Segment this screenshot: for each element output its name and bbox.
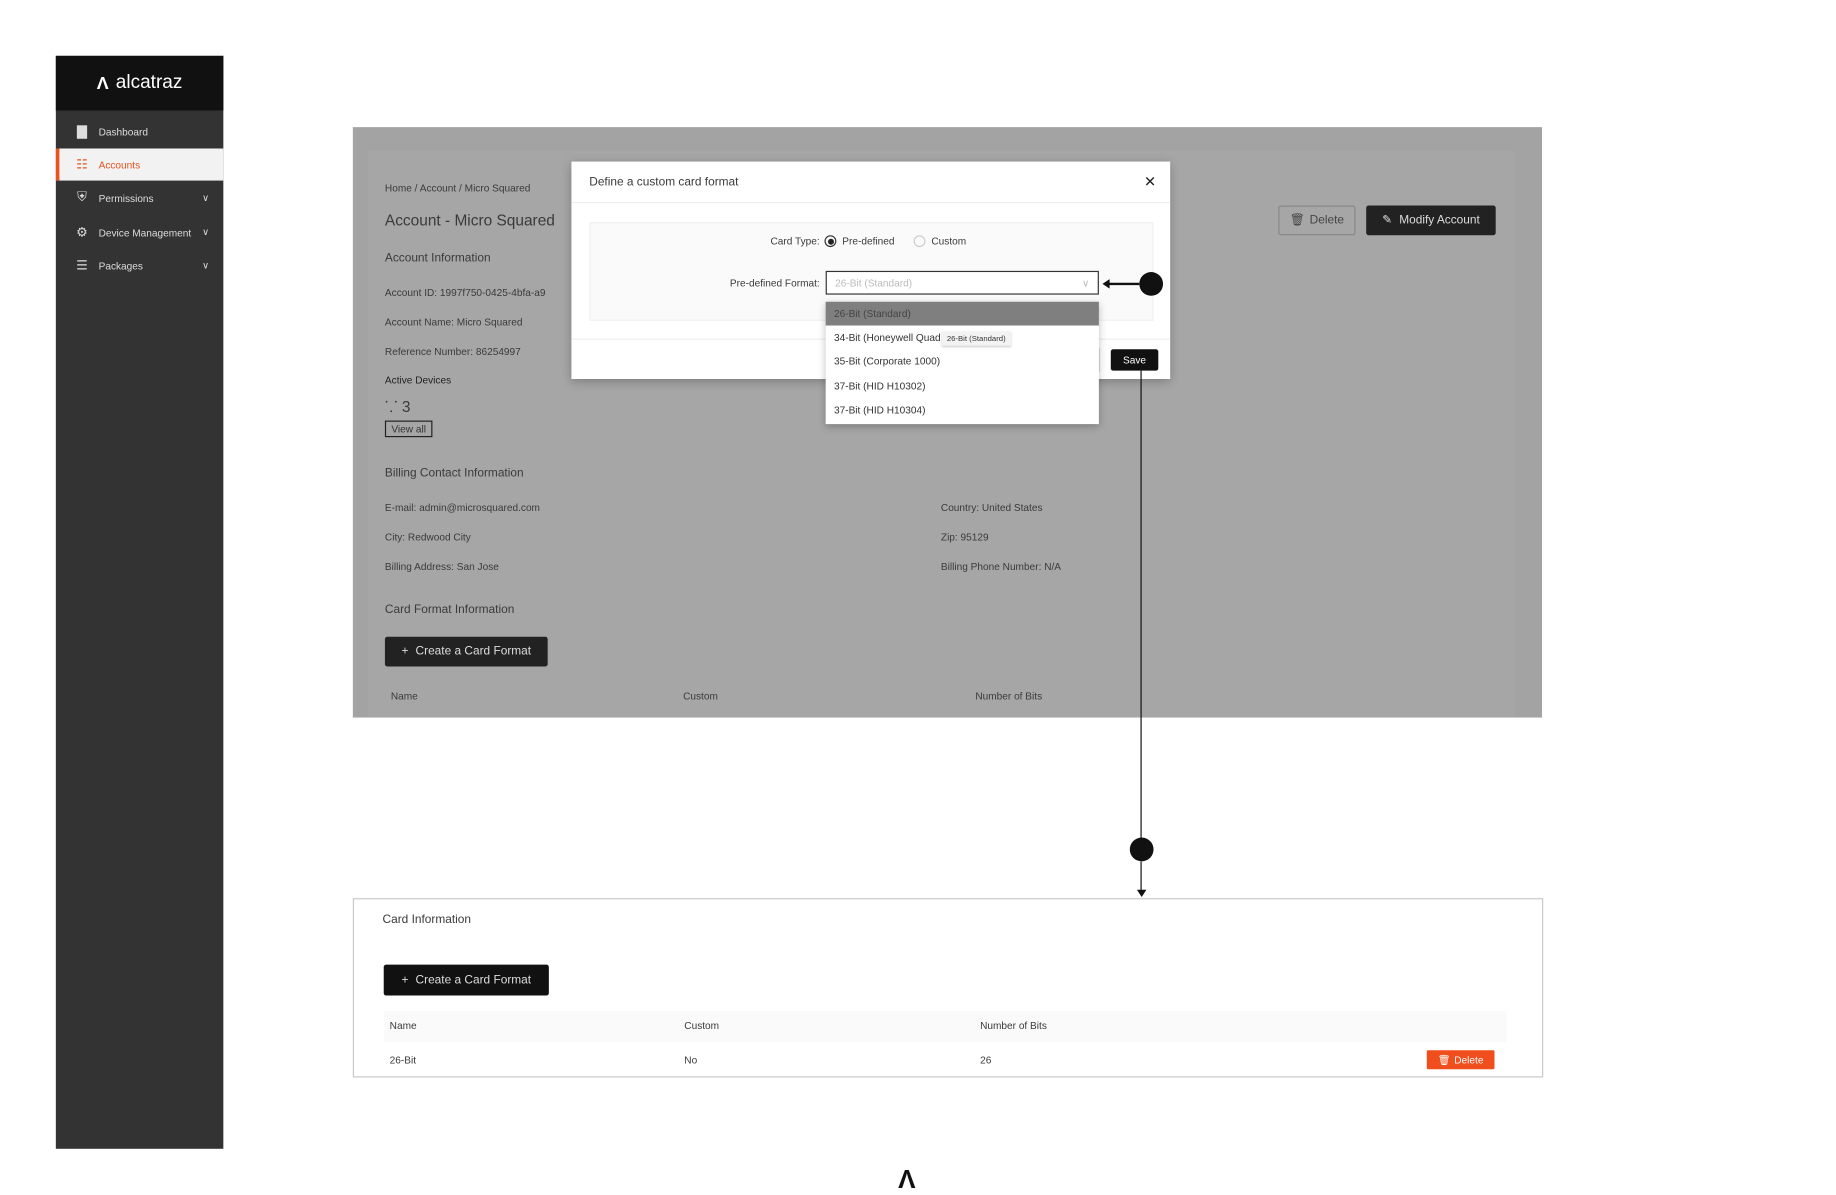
account-icon: ☷ <box>76 158 88 173</box>
breadcrumb: Home / Account / Micro Squared <box>384 181 531 194</box>
gear-icon: ⚙ <box>76 225 88 240</box>
billing-address: Billing Address: San Jose <box>384 560 499 573</box>
radio-predefined[interactable] <box>824 235 837 248</box>
active-devices-count: ⸪ 3 <box>384 397 411 416</box>
breadcrumb-current: Micro Squared <box>464 181 531 194</box>
divider <box>571 201 1171 204</box>
sidebar-item-accounts[interactable]: ☷ Accounts <box>55 148 224 181</box>
account-name: Account Name: Micro Squared <box>384 316 523 328</box>
cell-bits: 26 <box>980 1053 992 1066</box>
dropdown-option[interactable]: 37-Bit (HID H10302) <box>826 374 1099 398</box>
dropdown-option[interactable]: 37-Bit (HID H10304) <box>826 398 1099 422</box>
column-header: Number of Bits <box>975 690 1043 703</box>
column-header: Custom <box>684 1019 720 1032</box>
column-header: Name <box>389 1019 417 1032</box>
annotation-line <box>1140 370 1142 838</box>
section-heading: Card Information <box>382 913 472 927</box>
sidebar-item-permissions[interactable]: ⛨ Permissions ∨ <box>56 182 224 214</box>
cell-name: 26-Bit <box>389 1053 417 1066</box>
bar-chart-icon: ▇ <box>76 124 88 139</box>
dropdown-option[interactable]: 26-Bit (Standard) <box>825 301 1099 326</box>
modal-title: Define a custom card format <box>589 175 739 189</box>
cell-custom: No <box>684 1053 698 1066</box>
devices-icon: ⸪ <box>384 397 398 416</box>
billing-zip: Zip: 95129 <box>940 531 989 543</box>
plus-icon: + <box>401 973 409 987</box>
pencil-icon: ✎ <box>1382 213 1393 227</box>
delete-row-button[interactable]: 🗑︎ Delete <box>1426 1050 1495 1070</box>
close-icon[interactable]: ✕ <box>1144 173 1156 190</box>
dropdown-option[interactable]: 35-Bit (Corporate 1000) <box>826 349 1099 373</box>
callout-marker <box>1139 272 1164 296</box>
shield-check-icon: ⛨ <box>77 190 87 205</box>
create-card-format-button[interactable]: + Create a Card Format <box>384 636 548 667</box>
sidebar-item-device-management[interactable]: ⚙ Device Management ∨ <box>56 216 224 248</box>
column-header: Name <box>390 690 418 703</box>
section-heading: Billing Contact Information <box>384 466 524 480</box>
chevron-down-icon: ∨ <box>202 192 210 204</box>
billing-country: Country: United States <box>940 501 1043 514</box>
account-screenshot: Home / Account / Micro Squared Account -… <box>352 127 1543 718</box>
table-header <box>383 1010 1507 1042</box>
column-header: Number of Bits <box>980 1019 1047 1032</box>
format-label: Pre-defined Format: <box>729 276 820 289</box>
sidebar: Λalcatraz ▇ Dashboard ☷ Accounts ⛨ Permissi… <box>55 55 224 1149</box>
tooltip: 26-Bit (Standard) <box>942 331 1011 346</box>
chevron-down-icon: ∨ <box>1081 276 1090 289</box>
sidebar-item-packages[interactable]: ☰ Packages ∨ <box>56 249 224 281</box>
format-select[interactable]: 26-Bit (Standard) ∨ <box>825 270 1099 295</box>
card-information-panel: Card Information + Create a Card Format N… <box>352 898 1544 1078</box>
radio-label: Pre-defined <box>842 235 895 248</box>
trash-icon: 🗑︎ <box>1289 213 1305 227</box>
brand-logo: Λalcatraz <box>55 55 224 111</box>
arrow-head-icon <box>1102 279 1110 289</box>
footer-logo: Λ <box>898 1164 916 1194</box>
modify-account-button[interactable]: ✎ Modify Account <box>1366 205 1496 236</box>
annotation-line <box>1140 861 1142 891</box>
billing-email: E-mail: admin@microsquared.com <box>384 501 540 514</box>
arrow-head-icon <box>1136 889 1147 897</box>
breadcrumb-account[interactable]: Account <box>420 182 456 194</box>
save-button[interactable]: Save <box>1110 349 1159 371</box>
plus-icon: + <box>401 645 409 659</box>
reference-number: Reference Number: 86254997 <box>384 345 521 358</box>
trash-icon: 🗑︎ <box>1437 1053 1451 1066</box>
view-all-button[interactable]: View all <box>384 420 433 438</box>
card-type-label: Card Type: <box>770 235 820 248</box>
format-dropdown: 26-Bit (Standard) 34-Bit (Honeywell Quad… <box>825 301 1099 425</box>
billing-city: City: Redwood City <box>384 531 471 543</box>
radio-label: Custom <box>931 235 967 248</box>
create-card-format-button[interactable]: + Create a Card Format <box>383 964 549 996</box>
section-heading: Card Format Information <box>384 603 515 617</box>
radio-custom[interactable] <box>913 235 926 248</box>
chevron-down-icon: ∨ <box>202 260 210 271</box>
sidebar-item-dashboard[interactable]: ▇ Dashboard <box>56 115 224 147</box>
delete-account-button[interactable]: 🗑︎ Delete <box>1278 205 1356 236</box>
account-id: Account ID: 1997f750-0425-4bfa-a9 <box>384 286 546 299</box>
page-title: Account - Micro Squared <box>384 211 555 230</box>
callout-marker <box>1129 837 1154 862</box>
section-heading: Account Information <box>384 251 491 265</box>
annotation-arrow <box>1106 282 1140 285</box>
chevron-down-icon: ∨ <box>202 226 210 238</box>
package-list-icon: ☰ <box>76 258 88 274</box>
billing-phone: Billing Phone Number: N/A <box>940 560 1062 573</box>
breadcrumb-home[interactable]: Home <box>385 182 412 194</box>
active-devices-label: Active Devices <box>384 374 452 387</box>
column-header: Custom <box>683 690 718 703</box>
